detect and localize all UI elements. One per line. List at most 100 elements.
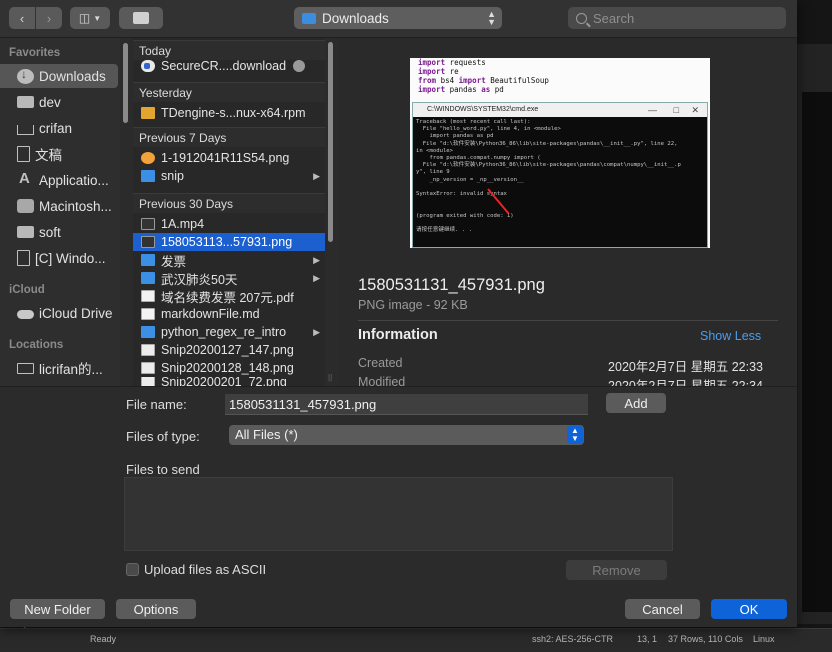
- sidebar-item-label: licrifan的...: [39, 362, 103, 377]
- file-name: 158053113...57931.png: [161, 235, 293, 249]
- terminal-status-bar: Ready ssh2: AES-256-CTR 13, 1 37 Rows, 1…: [0, 628, 832, 652]
- preview-file-kind: PNG image - 92 KB: [358, 298, 468, 312]
- file-row[interactable]: 域名续费发票 207元.pdf: [133, 287, 325, 305]
- files-of-type-label: Files of type:: [126, 429, 200, 444]
- download-icon: [17, 67, 34, 84]
- download-file-icon: [141, 60, 155, 72]
- files-to-send-label: Files to send: [126, 462, 200, 477]
- file-name: 1-1912041R11S54.png: [161, 151, 290, 165]
- file-row[interactable]: SecureCR....download: [133, 57, 325, 75]
- cmd-window-screenshot: C:\WINDOWS\SYSTEM32\cmd.exe — □ ✕ Traceb…: [412, 102, 708, 248]
- disk-icon: [17, 199, 34, 213]
- scrollbar-thumb[interactable]: [123, 43, 128, 123]
- sidebar-item-downloads[interactable]: Downloads: [0, 64, 118, 88]
- folder-row[interactable]: python_regex_re_intro ▶: [133, 323, 325, 341]
- info-value-created: 2020年2月7日 星期五 22:33: [608, 360, 763, 374]
- disclosure-arrow-icon: ▶: [313, 326, 320, 337]
- new-folder-toolbar-button[interactable]: [119, 7, 163, 29]
- folder-row[interactable]: 武汉肺炎50天 ▶: [133, 269, 325, 287]
- cancel-button[interactable]: Cancel: [625, 599, 700, 619]
- file-row[interactable]: Snip20200127_147.png: [133, 341, 325, 359]
- column-resize-handle[interactable]: ||: [328, 373, 332, 382]
- code-snippet: import requests import re from bs4 impor…: [418, 58, 549, 94]
- image-icon: [141, 362, 155, 374]
- file-name: Snip20200127_147.png: [161, 343, 294, 357]
- file-row[interactable]: 1A.mp4: [133, 215, 325, 233]
- file-name: 发票: [161, 254, 187, 269]
- image-icon: [141, 377, 155, 386]
- options-button[interactable]: Options: [116, 599, 196, 619]
- status-cursor-position: 13, 1: [637, 634, 658, 644]
- folder-icon: [141, 272, 155, 284]
- sidebar-item-crifan[interactable]: crifan: [0, 116, 118, 140]
- file-name: SecureCR....download: [161, 59, 287, 73]
- image-icon: [141, 236, 155, 248]
- sidebar-item-windows[interactable]: [C] Windo...: [0, 246, 118, 270]
- folder-row[interactable]: 发票 ▶: [133, 251, 325, 269]
- file-row[interactable]: 1-1912041R11S54.png: [133, 149, 325, 167]
- back-button[interactable]: ‹: [9, 7, 35, 29]
- sidebar-item-icloud-drive[interactable]: iCloud Drive: [0, 301, 118, 325]
- files-to-send-list[interactable]: [124, 477, 673, 551]
- sidebar-section-locations: Locations: [9, 339, 64, 351]
- show-less-link[interactable]: Show Less: [700, 329, 761, 343]
- files-of-type-select[interactable]: All Files (*) ▲ ▼: [229, 425, 584, 445]
- file-list-scrollbar[interactable]: [327, 40, 335, 385]
- sidebar: Favorites Downloads dev crifan 文稿 Applic…: [0, 38, 120, 386]
- scrollbar-thumb[interactable]: [328, 42, 333, 242]
- sidebar-item-applications[interactable]: Applicatio...: [0, 168, 118, 192]
- file-name: 域名续费发票 207元.pdf: [161, 290, 294, 305]
- sidebar-item-dev[interactable]: dev: [0, 90, 118, 114]
- sidebar-scrollbar[interactable]: [121, 40, 130, 385]
- sidebar-item-soft[interactable]: soft: [0, 220, 118, 244]
- forward-button[interactable]: ›: [36, 7, 62, 29]
- sidebar-item-label: Downloads: [39, 68, 106, 84]
- file-row[interactable]: Snip20200201_72.png: [133, 377, 325, 386]
- file-name: snip: [161, 169, 184, 183]
- sidebar-item-computer[interactable]: licrifan的...: [0, 356, 118, 380]
- columns-view-icon: ◫: [78, 11, 91, 25]
- remove-button[interactable]: Remove: [566, 560, 667, 580]
- code-line: import re: [418, 67, 459, 76]
- file-name: markdownFile.md: [161, 307, 260, 321]
- home-icon: [17, 125, 34, 135]
- add-button[interactable]: Add: [606, 393, 666, 413]
- package-icon: [141, 107, 155, 119]
- sidebar-item-label: 文稿: [35, 148, 62, 163]
- group-header-yesterday: Yesterday: [133, 82, 325, 102]
- sidebar-section-favorites: Favorites: [9, 47, 61, 59]
- sidebar-item-macintosh[interactable]: Macintosh...: [0, 194, 118, 218]
- status-ready: Ready: [90, 634, 117, 644]
- upload-ascii-checkbox[interactable]: [126, 563, 139, 576]
- applications-icon: [17, 170, 34, 188]
- search-field[interactable]: Search: [568, 7, 786, 29]
- image-preview: import requests import re from bs4 impor…: [410, 58, 710, 248]
- sidebar-item-label: soft: [39, 224, 61, 240]
- location-dropdown[interactable]: Downloads ▲ ▼: [294, 7, 502, 29]
- file-open-dialog: ‹ › ◫ ▼ Downloads ▲ ▼ Search Favorites ↓…: [0, 0, 797, 627]
- file-row[interactable]: TDengine-s...nux-x64.rpm: [133, 104, 325, 122]
- chevron-left-icon: ‹: [19, 10, 25, 26]
- new-folder-icon: [133, 12, 149, 24]
- cloud-icon: [17, 310, 34, 319]
- new-folder-button[interactable]: New Folder: [10, 599, 105, 619]
- sidebar-item-documents[interactable]: 文稿: [0, 142, 118, 166]
- ok-button[interactable]: OK: [711, 599, 787, 619]
- folder-row[interactable]: snip ▶: [133, 167, 325, 185]
- file-row[interactable]: Snip20200128_148.png: [133, 359, 325, 377]
- folder-icon: [141, 254, 155, 266]
- file-name-input[interactable]: 1580531131_457931.png: [225, 394, 588, 415]
- folder-icon: [17, 226, 34, 238]
- sidebar-item-label: dev: [39, 94, 61, 110]
- sidebar-item-label: crifan: [39, 120, 73, 136]
- minimize-icon: —: [648, 105, 657, 115]
- pdf-icon: [141, 290, 155, 302]
- file-row[interactable]: markdownFile.md: [133, 305, 325, 323]
- sidebar-item-label: Applicatio...: [39, 172, 109, 188]
- file-row-selected[interactable]: 158053113...57931.png: [133, 233, 325, 251]
- view-mode-button[interactable]: ◫ ▼: [70, 7, 110, 29]
- maximize-icon: □: [673, 105, 679, 115]
- cmd-output: Traceback (most recent call last): File …: [416, 119, 681, 234]
- progress-spinner-icon: [293, 60, 305, 72]
- folder-icon: [17, 96, 34, 108]
